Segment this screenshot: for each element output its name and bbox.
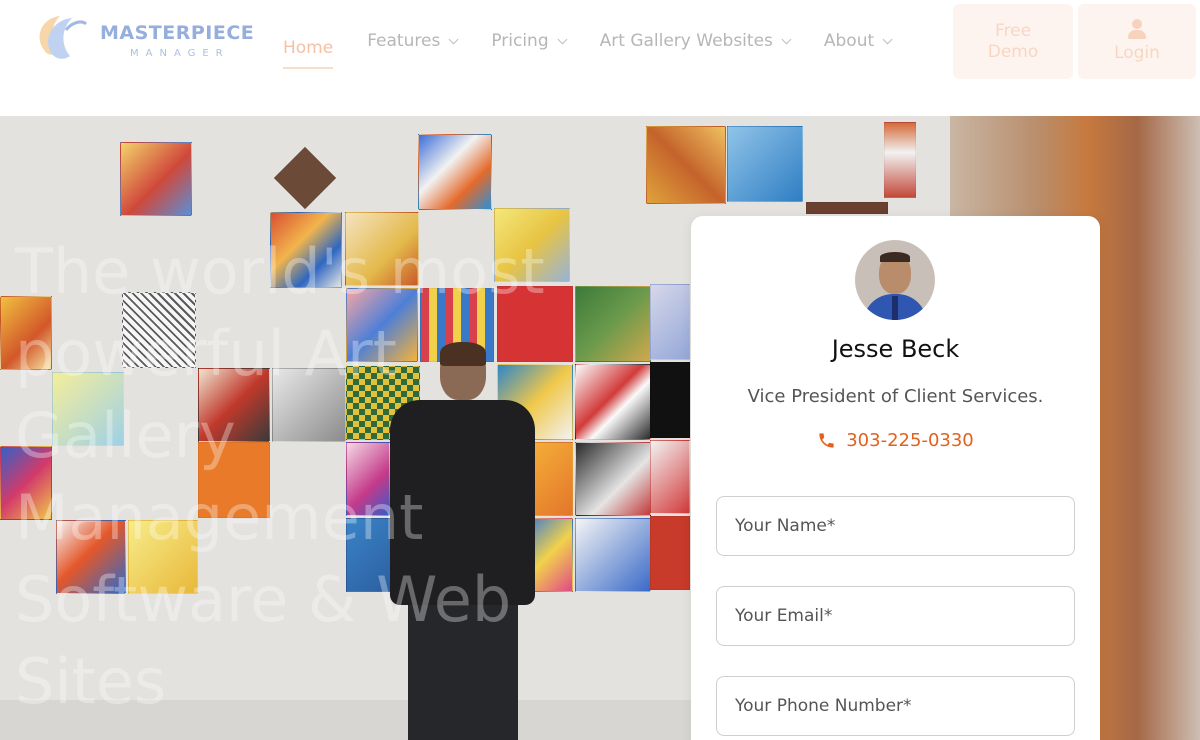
free-demo-button[interactable]: Free Demo (953, 4, 1073, 79)
contact-phone-number: 303-225-0330 (846, 430, 974, 451)
contact-card: Jesse Beck Vice President of Client Serv… (691, 216, 1100, 740)
contact-phone-link[interactable]: 303-225-0330 (691, 430, 1100, 451)
chevron-down-icon (882, 34, 893, 44)
chevron-down-icon (781, 34, 792, 44)
name-field[interactable] (716, 496, 1075, 556)
email-field[interactable] (716, 586, 1075, 646)
nav-item-about[interactable]: About (823, 29, 893, 53)
login-label: Login (1114, 43, 1160, 63)
contact-name: Jesse Beck (831, 335, 960, 363)
logo-brand-text: MASTERPIECE (100, 22, 255, 44)
artwork-tile (575, 364, 651, 440)
nav-item-pricing[interactable]: Pricing (491, 29, 568, 53)
artwork-tile (884, 122, 916, 198)
avatar-hair (880, 252, 910, 262)
avatar (855, 240, 935, 320)
chevron-down-icon (448, 34, 459, 44)
chevron-down-icon (557, 34, 568, 44)
artwork-tile (418, 134, 492, 210)
nav-item-features[interactable]: Features (367, 29, 459, 53)
nav-item-home[interactable]: Home (283, 38, 334, 69)
site-header: MASTERPIECE MANAGER Home Features Pricin… (0, 0, 1200, 116)
avatar-tie (892, 296, 898, 320)
artwork-tile (575, 286, 651, 362)
phone-number-field[interactable] (716, 676, 1075, 736)
free-demo-line1: Free (994, 20, 1032, 41)
nav-item-label: Home (283, 38, 334, 58)
main-nav: Home Features Pricing Art Gallery Websit… (283, 29, 925, 69)
nav-item-label: Features (367, 31, 441, 51)
artwork-tile (650, 516, 690, 590)
artwork-tile (650, 362, 690, 438)
nav-item-art-gallery-websites[interactable]: Art Gallery Websites (599, 29, 792, 53)
artwork-tile (650, 440, 690, 514)
hero-headline: The world's most powerful Art Gallery Ma… (15, 235, 545, 718)
logo-sub-text: MANAGER (130, 48, 230, 59)
artwork-tile (120, 142, 192, 216)
artwork-tile (273, 146, 337, 210)
free-demo-line2: Demo (987, 41, 1039, 62)
user-icon (1127, 19, 1147, 41)
artwork-tile (575, 518, 651, 592)
artwork-tile (646, 126, 726, 204)
phone-icon (819, 433, 834, 448)
artwork-tile (575, 442, 651, 516)
contact-role: Vice President of Client Services. (747, 386, 1044, 407)
nav-item-label: About (823, 31, 875, 51)
artwork-tile (727, 126, 803, 202)
login-button[interactable]: Login (1078, 4, 1196, 79)
logo[interactable]: MASTERPIECE MANAGER (30, 10, 254, 70)
nav-item-label: Pricing (491, 31, 549, 51)
logo-brush-icon (39, 16, 88, 59)
artwork-tile (806, 202, 888, 214)
nav-item-label: Art Gallery Websites (599, 31, 773, 51)
artwork-tile (650, 284, 690, 360)
